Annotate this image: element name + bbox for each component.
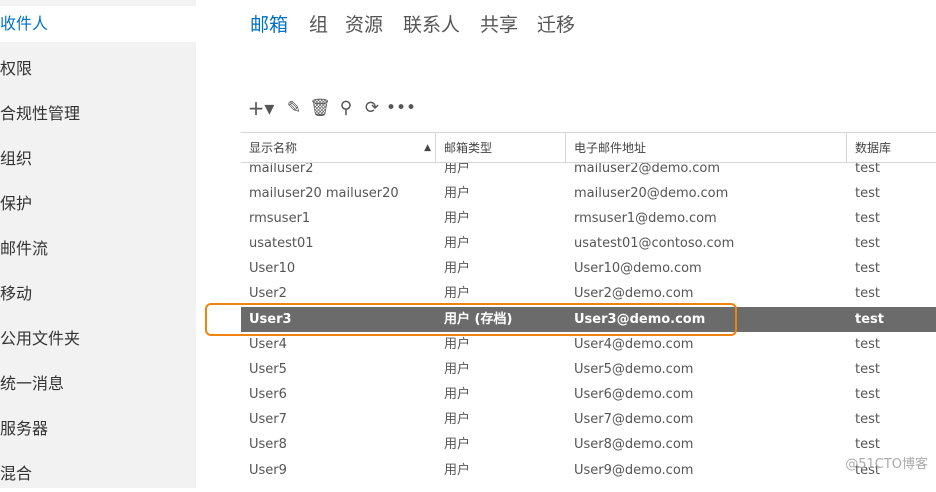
table-cell: 用户 [436,432,566,457]
table-cell: test [847,357,936,382]
table-cell: 用户 [436,163,566,181]
column-header-label: 电子邮件地址 [574,141,646,155]
table-row[interactable]: User6用户User6@demo.comtest [241,382,936,407]
column-header-label: 邮箱类型 [444,141,492,155]
sort-ascending-icon: ▲ [424,133,431,163]
search-icon[interactable]: ⚲ [335,96,357,120]
table-row[interactable]: mailuser20 mailuser20用户mailuser20@demo.c… [241,181,936,206]
table-cell: User3@demo.com [566,307,847,332]
table-cell: 用户 [436,231,566,256]
table-row[interactable]: User7用户User7@demo.comtest [241,407,936,432]
refresh-icon[interactable]: ⟳ [361,96,383,120]
sidebar: 收件人权限合规性管理组织保护邮件流移动公用文件夹统一消息服务器混合 [0,0,196,488]
table-cell: User7 [241,407,436,432]
table-row[interactable]: User5用户User5@demo.comtest [241,357,936,382]
table-row[interactable]: usatest01用户usatest01@contoso.comtest [241,231,936,256]
sidebar-item[interactable]: 组织 [0,141,196,177]
table-cell: test [847,382,936,407]
table-cell: test [847,332,936,357]
edit-icon[interactable]: ✎ [283,96,305,120]
table-cell: User6@demo.com [566,382,847,407]
sidebar-item[interactable]: 混合 [0,456,196,492]
tab[interactable]: 联系人 [403,10,460,37]
table-cell: rmsuser1@demo.com [566,206,847,231]
tab[interactable]: 共享 [480,10,518,37]
sidebar-item[interactable]: 合规性管理 [0,96,196,132]
column-header-database[interactable]: 数据库 [847,133,936,163]
delete-icon[interactable]: 🗑 [309,96,331,120]
column-header-mailbox-type[interactable]: 邮箱类型 [436,133,566,163]
table-cell: test [847,281,936,306]
table-cell: test [847,206,936,231]
table-cell: User6 [241,382,436,407]
table-row[interactable]: rmsuser1用户rmsuser1@demo.comtest [241,206,936,231]
table-cell: User8 [241,432,436,457]
column-header-display-name[interactable]: 显示名称 ▲ [241,133,436,163]
watermark: @51CTO博客 [845,453,928,472]
column-header-email-address[interactable]: 电子邮件地址 [566,133,847,163]
table-cell: test [847,231,936,256]
table-row[interactable]: User3用户 (存档)User3@demo.comtest [241,307,936,332]
more-icon[interactable]: ••• [390,96,412,120]
table-cell: 用户 [436,181,566,206]
table-row[interactable]: User4用户User4@demo.comtest [241,332,936,357]
table-row[interactable]: mailuser2用户mailuser2@demo.comtest [241,163,936,181]
sidebar-item[interactable]: 服务器 [0,411,196,447]
sidebar-item[interactable]: 收件人 [0,6,196,42]
table-cell: 用户 [436,256,566,281]
table-cell: test [847,256,936,281]
table-cell: mailuser20 mailuser20 [241,181,436,206]
table-cell: mailuser20@demo.com [566,181,847,206]
table-row[interactable]: User2用户User2@demo.comtest [241,281,936,306]
tab[interactable]: 邮箱 [250,10,288,37]
table-cell: User9@demo.com [566,458,847,483]
table-cell: 用户 [436,357,566,382]
table-cell: User7@demo.com [566,407,847,432]
table-cell: mailuser2@demo.com [566,163,847,181]
sidebar-item[interactable]: 保护 [0,186,196,222]
table-cell: test [847,181,936,206]
table-cell: test [847,307,936,332]
sidebar-item[interactable]: 统一消息 [0,366,196,402]
table-cell: mailuser2 [241,163,436,181]
table-cell: User8@demo.com [566,432,847,457]
table-cell: 用户 [436,407,566,432]
column-header-label: 显示名称 [249,141,297,155]
table-cell: 用户 (存档) [436,307,566,332]
table-cell: 用户 [436,206,566,231]
table-cell: User10 [241,256,436,281]
table-cell: test [847,407,936,432]
table-cell: User2@demo.com [566,281,847,306]
tab[interactable]: 资源 [345,10,383,37]
tab[interactable]: 组 [309,10,328,37]
table-cell: User4 [241,332,436,357]
table-row[interactable]: User9用户User9@demo.comtest [241,458,936,483]
table-cell: rmsuser1 [241,206,436,231]
table-cell: test [847,163,936,181]
table-row[interactable]: User10用户User10@demo.comtest [241,256,936,281]
grid-header: 显示名称 ▲ 邮箱类型 电子邮件地址 数据库 [241,132,936,163]
sidebar-item[interactable]: 移动 [0,276,196,312]
sidebar-item[interactable]: 邮件流 [0,231,196,267]
table-cell: usatest01 [241,231,436,256]
table-cell: usatest01@contoso.com [566,231,847,256]
table-cell: User10@demo.com [566,256,847,281]
table-cell: User2 [241,281,436,306]
table-cell: 用户 [436,281,566,306]
column-header-label: 数据库 [855,141,891,155]
table-cell: User5 [241,357,436,382]
table-cell: 用户 [436,382,566,407]
sidebar-item[interactable]: 权限 [0,51,196,87]
grid-rows[interactable]: mailuser2用户mailuser2@demo.comtestmailuse… [241,163,936,488]
table-row[interactable]: User8用户User8@demo.comtest [241,432,936,457]
table-cell: User9 [241,458,436,483]
table-cell: User4@demo.com [566,332,847,357]
add-icon[interactable]: +▾ [245,96,277,120]
sidebar-item[interactable]: 公用文件夹 [0,321,196,357]
table-cell: 用户 [436,332,566,357]
table-cell: User3 [241,307,436,332]
table-cell: User5@demo.com [566,357,847,382]
tab[interactable]: 迁移 [537,10,575,37]
table-cell: 用户 [436,458,566,483]
